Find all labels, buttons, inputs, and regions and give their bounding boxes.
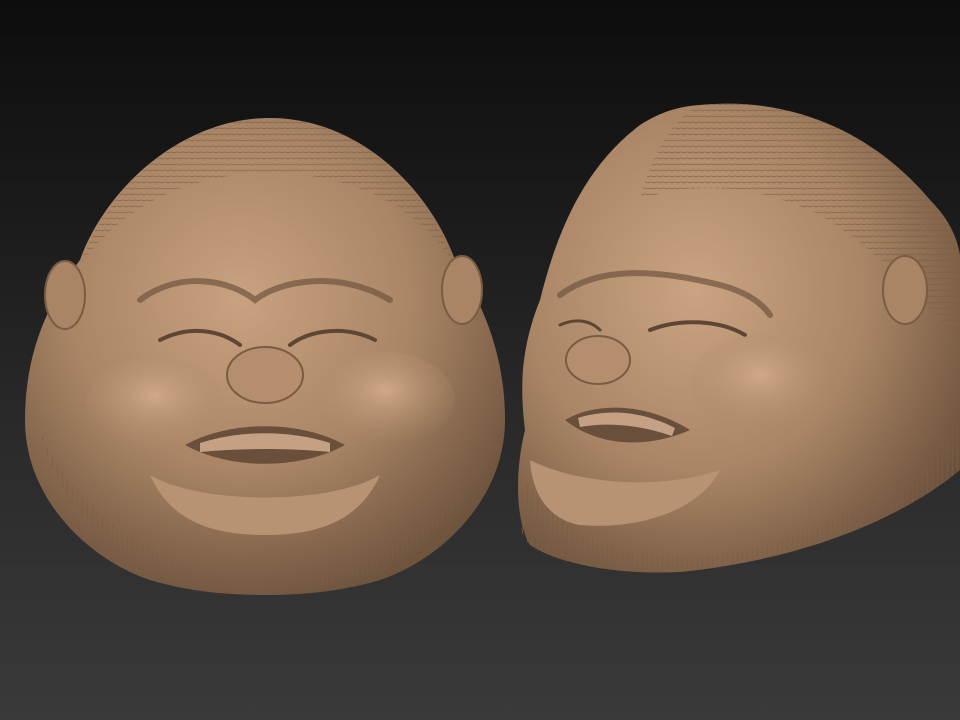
head-front-nose [226, 346, 304, 404]
head-front [25, 118, 505, 595]
render-viewport [0, 0, 960, 720]
head-side-nose [565, 335, 631, 385]
head-front-left-ear [44, 260, 86, 330]
sculpt-render [25, 103, 960, 595]
head-front-right-ear [441, 255, 483, 325]
head-side [518, 103, 960, 573]
head-side-ear [882, 255, 928, 325]
